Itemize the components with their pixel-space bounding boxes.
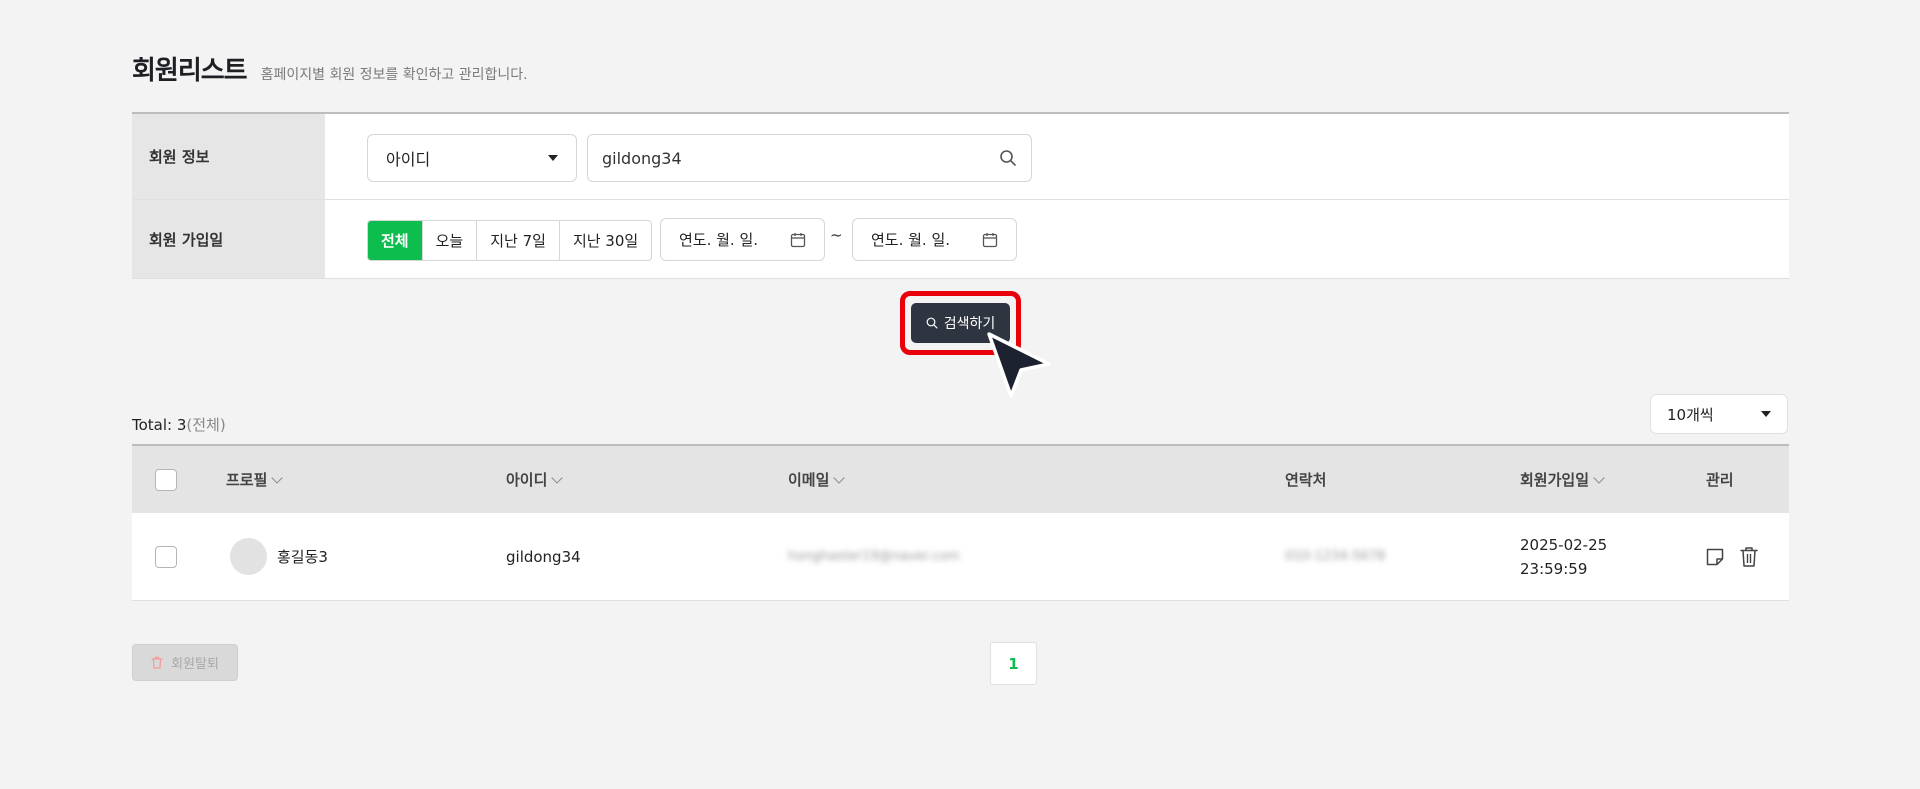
edit-note-icon[interactable] [1705, 547, 1725, 567]
column-header-id[interactable]: 아이디 [506, 446, 564, 513]
calendar-icon [982, 232, 998, 247]
search-input-wrapper [587, 134, 1032, 182]
date-from-input[interactable]: 연도. 월. 일. [660, 218, 825, 261]
date-to-input[interactable]: 연도. 월. 일. [852, 218, 1017, 261]
manage-cell [1705, 513, 1759, 600]
column-header-profile[interactable]: 프로필 [226, 446, 284, 513]
column-header-joined-label: 회원가입일 [1520, 471, 1590, 489]
member-email: honghaster19@naver.com [788, 549, 960, 564]
column-header-id-label: 아이디 [506, 471, 548, 489]
member-joined-time: 23:59:59 [1520, 559, 1588, 578]
row-checkbox[interactable] [155, 545, 177, 568]
search-input[interactable] [602, 148, 999, 168]
chevron-down-icon [833, 471, 846, 484]
page-header: 회원리스트 홈페이지별 회원 정보를 확인하고 관리합니다. [132, 50, 528, 87]
date-separator: ~ [830, 226, 843, 244]
select-all-checkbox[interactable] [155, 468, 177, 491]
member-joined: 2025-02-25 23:59:59 [1520, 513, 1607, 600]
row-select-cell [155, 513, 177, 600]
search-icon [926, 317, 938, 329]
page-title: 회원리스트 [132, 56, 248, 86]
table-row: 홍길동3 gildong34 honghaster19@naver.com 01… [132, 513, 1789, 601]
member-joined-date: 2025-02-25 [1520, 535, 1608, 554]
caret-down-icon [548, 155, 558, 161]
column-header-phone: 연락처 [1285, 446, 1326, 513]
range-today-button[interactable]: 오늘 [423, 221, 478, 260]
caret-down-icon [1761, 411, 1771, 417]
member-name: 홍길동3 [277, 548, 328, 566]
calendar-icon [790, 232, 806, 247]
column-header-manage: 관리 [1706, 446, 1734, 513]
per-page-select[interactable]: 10개씩 [1650, 394, 1788, 434]
withdraw-button[interactable]: 회원탈퇴 [132, 644, 238, 681]
column-header-email-label: 이메일 [788, 471, 830, 489]
pagination-page-1[interactable]: 1 [990, 642, 1037, 685]
profile-cell: 홍길동3 [230, 513, 328, 600]
total-count-sub: (전체) [186, 416, 226, 434]
column-header-phone-label: 연락처 [1285, 471, 1327, 489]
range-7days-button[interactable]: 지난 7일 [477, 221, 560, 260]
column-header-profile-label: 프로필 [226, 471, 268, 489]
date-to-placeholder: 연도. 월. 일. [871, 231, 951, 249]
member-phone: 010-1234-5678 [1285, 549, 1386, 564]
date-from-placeholder: 연도. 월. 일. [679, 231, 759, 249]
search-icon[interactable] [999, 149, 1017, 167]
column-header-joined[interactable]: 회원가입일 [1520, 446, 1605, 513]
search-field-select[interactable]: 아이디 [367, 134, 577, 182]
chevron-down-icon [271, 471, 284, 484]
column-header-manage-label: 관리 [1706, 471, 1734, 489]
table-header: 프로필 아이디 이메일 연락처 회원가입일 관리 [132, 444, 1789, 513]
date-range-segmented: 전체 오늘 지난 7일 지난 30일 [367, 220, 653, 261]
mouse-cursor-icon [987, 332, 1051, 398]
search-field-select-value: 아이디 [386, 150, 431, 169]
per-page-value: 10개씩 [1667, 405, 1714, 424]
page-description: 홈페이지별 회원 정보를 확인하고 관리합니다. [260, 67, 528, 83]
total-count: Total: 3(전체) [132, 414, 226, 435]
range-all-button[interactable]: 전체 [368, 221, 423, 260]
trash-icon[interactable] [1739, 546, 1759, 568]
chevron-down-icon [551, 471, 564, 484]
filter-label-member-info: 회원 정보 [132, 114, 325, 199]
chevron-down-icon [1593, 471, 1605, 484]
member-id: gildong34 [506, 547, 581, 566]
filter-row-join-date: 회원 가입일 전체 오늘 지난 7일 지난 30일 연도. 월. 일. ~ 연도… [132, 200, 1789, 279]
range-30days-button[interactable]: 지난 30일 [560, 221, 651, 260]
trash-icon [151, 656, 163, 669]
filter-panel: 회원 정보 아이디 회원 가입일 전체 오늘 지난 7일 지난 30일 연도. … [132, 112, 1789, 279]
filter-row-member-info: 회원 정보 아이디 [132, 114, 1789, 200]
total-count-label: Total: 3 [132, 416, 187, 434]
withdraw-button-label: 회원탈퇴 [171, 657, 219, 672]
column-header-email[interactable]: 이메일 [788, 446, 846, 513]
avatar [230, 538, 267, 575]
member-table: 프로필 아이디 이메일 연락처 회원가입일 관리 홍길동3 gildong34 … [132, 444, 1789, 601]
select-all-cell [155, 446, 177, 513]
filter-label-join-date: 회원 가입일 [132, 200, 325, 278]
